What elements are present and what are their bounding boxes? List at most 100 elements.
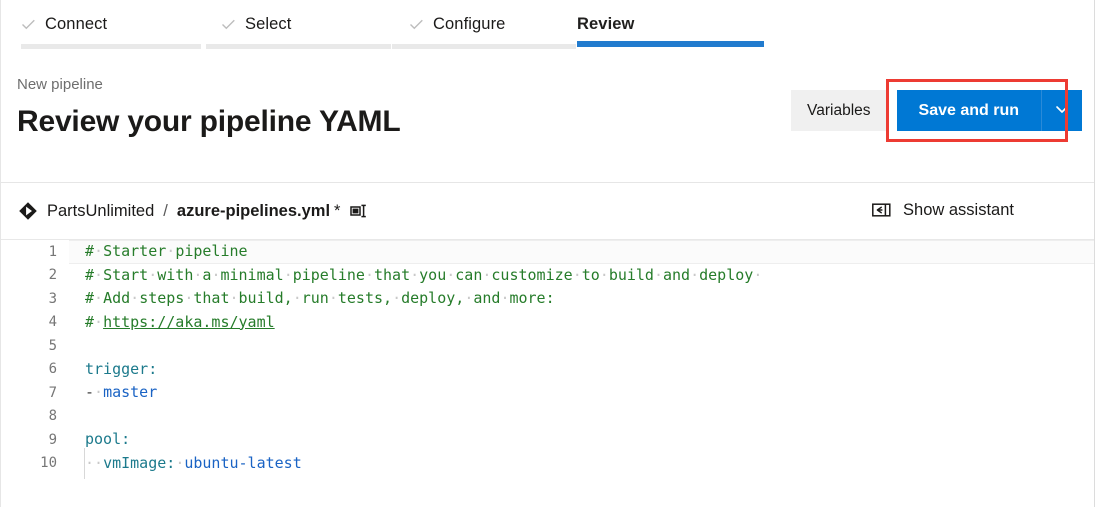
save-and-run-dropdown-button[interactable] bbox=[1042, 90, 1082, 131]
code-token: · bbox=[653, 265, 663, 284]
code-token: - bbox=[85, 383, 95, 401]
code-token: that bbox=[374, 265, 411, 284]
code-token: more: bbox=[509, 289, 555, 307]
code-token: · bbox=[94, 312, 104, 331]
wizard-step-review[interactable]: Review bbox=[577, 0, 767, 57]
yaml-editor[interactable]: 1 #·Starter·pipeline 2 #·Start·with·a·minim… bbox=[1, 240, 1094, 490]
code-token: with bbox=[157, 265, 194, 284]
rename-icon[interactable] bbox=[350, 203, 370, 219]
code-line[interactable]: 6 trigger: bbox=[1, 358, 1094, 382]
wizard-step-label: Connect bbox=[45, 15, 108, 33]
code-content: ··vmImage:·ubuntu-latest bbox=[83, 447, 302, 479]
code-token: · bbox=[148, 265, 158, 284]
code-token: · bbox=[464, 289, 474, 307]
code-token: master bbox=[103, 383, 158, 401]
code-token: · bbox=[572, 265, 582, 284]
wizard-step-select[interactable]: Select bbox=[201, 0, 391, 57]
code-token: deploy, bbox=[401, 289, 465, 307]
code-token: · bbox=[94, 289, 104, 307]
code-line[interactable]: 9 pool: bbox=[1, 428, 1094, 452]
code-token: · bbox=[94, 453, 104, 472]
page-header: New pipeline Review your pipeline YAML V… bbox=[1, 57, 1094, 183]
line-number: 9 bbox=[48, 431, 57, 448]
code-token: tests, bbox=[337, 289, 393, 307]
code-token: you bbox=[419, 265, 447, 284]
code-line[interactable]: 2 #·Start·with·a·minimal·pipeline·that·yo… bbox=[1, 264, 1094, 288]
line-number: 7 bbox=[48, 384, 57, 401]
line-number: 6 bbox=[48, 361, 57, 378]
code-token: build bbox=[608, 265, 654, 284]
code-token: : bbox=[166, 453, 176, 472]
code-line[interactable]: 4 #·https://aka.ms/yaml bbox=[1, 311, 1094, 335]
code-token: pipeline bbox=[292, 265, 365, 284]
code-token: · bbox=[292, 289, 302, 307]
code-token: that bbox=[193, 289, 230, 307]
code-token: can bbox=[455, 265, 483, 284]
code-token: vmImage bbox=[103, 453, 167, 472]
show-assistant-toggle[interactable]: Show assistant bbox=[872, 200, 1014, 220]
code-line[interactable]: 1 #·Starter·pipeline bbox=[1, 240, 1094, 264]
code-line[interactable]: 3 #·Add·steps·that·build,·run·tests,·depl… bbox=[1, 287, 1094, 311]
code-token: Starter bbox=[103, 242, 167, 260]
code-content: trigger: bbox=[85, 358, 157, 382]
code-line[interactable]: 7 -·master bbox=[1, 381, 1094, 405]
code-token: · bbox=[83, 447, 94, 479]
code-content: pool: bbox=[85, 428, 130, 452]
code-token: # bbox=[85, 265, 95, 284]
panel-open-icon bbox=[872, 202, 892, 218]
code-line[interactable]: 10 ··vmImage:·ubuntu-latest bbox=[1, 447, 1094, 479]
code-token: · bbox=[599, 265, 609, 284]
wizard-step-label: Review bbox=[577, 15, 635, 33]
code-token: https://aka.ms/yaml bbox=[103, 312, 275, 331]
check-icon bbox=[221, 17, 236, 32]
code-token: · bbox=[166, 242, 176, 260]
wizard-step-bar-review bbox=[577, 41, 764, 47]
code-token: customize bbox=[491, 265, 573, 284]
wizard-step-connect[interactable]: Connect bbox=[1, 0, 201, 57]
code-token: · bbox=[392, 289, 402, 307]
wizard-step-configure[interactable]: Configure bbox=[389, 0, 577, 57]
line-number: 5 bbox=[48, 337, 57, 354]
code-token: and bbox=[473, 289, 501, 307]
wizard-tabs: Connect Select Configure Review bbox=[1, 0, 1094, 57]
code-content: #·Starter·pipeline bbox=[85, 240, 248, 264]
header-actions: Variables Save and run bbox=[791, 79, 1082, 142]
wizard-step-bar: Connect Select Configure Review bbox=[1, 0, 1094, 57]
wizard-step-bar-select bbox=[206, 44, 391, 49]
code-token: · bbox=[446, 265, 456, 284]
code-line[interactable]: 5 bbox=[1, 334, 1094, 358]
code-token: trigger bbox=[85, 359, 149, 378]
code-token: · bbox=[283, 265, 293, 284]
code-token: Start bbox=[103, 265, 149, 284]
code-token: · bbox=[328, 289, 338, 307]
code-token: · bbox=[753, 265, 763, 284]
code-token: : bbox=[121, 430, 131, 448]
code-token: and bbox=[663, 265, 691, 284]
code-token: · bbox=[94, 265, 104, 284]
file-breadcrumb-bar: PartsUnlimited / azure-pipelines.yml * S… bbox=[1, 183, 1094, 240]
unsaved-changes-marker: * bbox=[334, 202, 341, 220]
code-token: run bbox=[301, 289, 329, 307]
code-token: pool bbox=[85, 430, 122, 448]
code-token: : bbox=[148, 359, 158, 378]
save-and-run-button[interactable]: Save and run bbox=[896, 90, 1041, 131]
code-token: · bbox=[94, 383, 104, 401]
check-icon bbox=[409, 17, 424, 32]
chevron-down-icon bbox=[1054, 101, 1070, 120]
pipeline-review-page: Connect Select Configure Review New pipe… bbox=[0, 0, 1095, 507]
file-name[interactable]: azure-pipelines.yml bbox=[177, 201, 330, 221]
code-token: Add bbox=[103, 289, 131, 307]
repo-name[interactable]: PartsUnlimited bbox=[47, 201, 154, 221]
code-content: #·https://aka.ms/yaml bbox=[85, 311, 275, 335]
save-and-run-split-button: Save and run bbox=[885, 79, 1082, 142]
code-token: · bbox=[229, 289, 239, 307]
code-line[interactable]: 8 bbox=[1, 405, 1094, 429]
code-token: ubuntu-latest bbox=[184, 453, 302, 472]
code-token: deploy bbox=[699, 265, 754, 284]
wizard-step-bar-configure bbox=[392, 44, 576, 49]
check-icon bbox=[21, 17, 36, 32]
code-token: minimal bbox=[220, 265, 284, 284]
azure-repos-icon bbox=[18, 201, 38, 221]
line-number: 2 bbox=[48, 267, 57, 284]
variables-button[interactable]: Variables bbox=[791, 90, 887, 131]
